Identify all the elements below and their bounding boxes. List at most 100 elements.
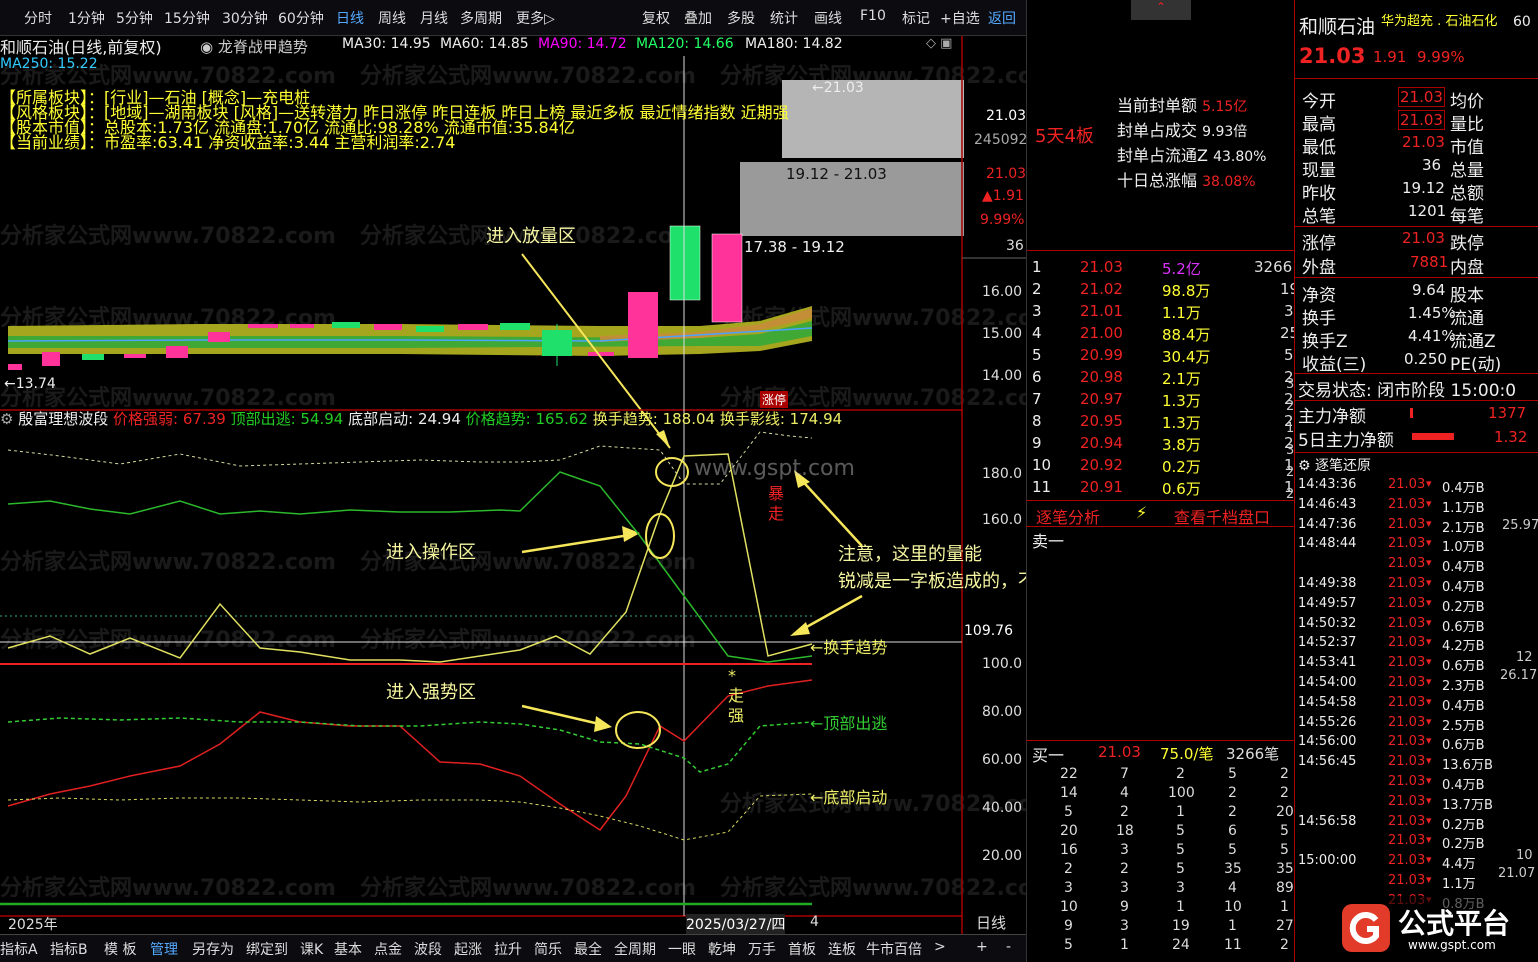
tick-price: 21.03	[1388, 655, 1426, 671]
period-multi[interactable]: 多周期	[460, 8, 502, 28]
tab-zuiquan[interactable]: 最全	[574, 939, 602, 959]
queue-cell: 1	[1176, 899, 1185, 915]
period-more[interactable]: 更多▷	[516, 8, 555, 28]
queue-cell: 35	[1224, 861, 1242, 877]
queue-cell: 20	[1276, 804, 1294, 820]
period-monthly[interactable]: 月线	[420, 8, 448, 28]
tab-shouban[interactable]: 首板	[788, 939, 816, 959]
tab-basic[interactable]: 基本	[334, 939, 362, 959]
date-axis-year: 2025年	[8, 917, 58, 933]
tick-price: 21.03	[1388, 576, 1426, 591]
zoom-out-button[interactable]: -	[1006, 939, 1011, 955]
ma120-label: MA120: 14.66	[636, 36, 734, 52]
chart-window-controls[interactable]: ◇ ▣	[926, 36, 952, 51]
stock-title: 和顺石油(日线,前复权)	[0, 38, 162, 57]
zoom-in-button[interactable]: +	[976, 939, 988, 955]
tab-boduan[interactable]: 波段	[414, 939, 442, 959]
tool-huaxian[interactable]: 画线	[814, 8, 842, 28]
ma60-label: MA60: 14.85	[440, 36, 529, 52]
tab-bind-to[interactable]: 绑定到	[246, 939, 288, 959]
tab-template[interactable]: 模 板	[104, 939, 136, 959]
candle	[669, 225, 701, 301]
tick-restore-header[interactable]: ⚙ 逐笔还原	[1298, 455, 1371, 475]
queue-cell: 2	[1228, 804, 1237, 820]
collapse-button[interactable]: ⌃	[1131, 0, 1191, 20]
tool-biaoji[interactable]: 标记	[902, 8, 930, 28]
left-edge-numbers: 321322	[1286, 377, 1295, 502]
tab-niushi[interactable]: 牛市百倍	[866, 939, 922, 959]
tab-quanzhouqi[interactable]: 全周期	[614, 939, 656, 959]
bottom-tab-bar: 指标A 指标B 模 板 管理 另存为 绑定到 课K 基本 点金 波段 起涨 拉升…	[0, 934, 1026, 962]
tab-lasheng[interactable]: 拉升	[494, 939, 522, 959]
tab-save-as[interactable]: 另存为	[192, 939, 234, 959]
gear-icon[interactable]: ⚙	[0, 410, 13, 428]
tab-qizhang[interactable]: 起涨	[454, 939, 482, 959]
tick-arrow-icon: ▾	[1426, 496, 1432, 510]
tick-arrow-icon: ▾	[1426, 873, 1432, 886]
tab-yiyan[interactable]: 一眼	[668, 939, 696, 959]
tool-back[interactable]: 返回	[988, 8, 1016, 28]
main-net-bar	[1410, 408, 1413, 418]
tick-row: 14:54:00 21.03 ▾ 2.3万B	[1294, 674, 1530, 694]
tick-row: 14:43:36 21.03 ▾ 0.4万B	[1294, 476, 1530, 496]
tick-analysis-button[interactable]: 逐笔分析	[1036, 504, 1100, 528]
candle	[500, 323, 530, 330]
line-price-trend	[7, 471, 813, 663]
quote-row: 外盘 7881 内盘	[1302, 253, 1484, 278]
tab-manage[interactable]: 管理	[150, 939, 178, 959]
tick-volume: 0.4万B	[1442, 698, 1485, 714]
tick-price: 21.03	[1388, 595, 1426, 611]
period-fenshi[interactable]: 分时	[24, 8, 52, 28]
tool-diejia[interactable]: 叠加	[684, 8, 712, 28]
tick-price: 21.03	[1388, 694, 1426, 710]
tool-f10[interactable]: F10	[860, 8, 886, 24]
kline-chart-area[interactable]: 分析家公式网www.70822.com 分析家公式网www.70822.com …	[0, 36, 1234, 938]
candle	[82, 354, 104, 360]
period-weekly[interactable]: 周线	[378, 8, 406, 28]
queue-cell: 10	[1224, 899, 1242, 915]
tool-tongji[interactable]: 统计	[770, 8, 798, 28]
indicator-selector[interactable]: ◉ 龙脊战甲趋势	[200, 36, 308, 57]
orderbook-row: 9 20.94 3.8万 2	[1032, 434, 1294, 454]
period-60min[interactable]: 60分钟	[278, 8, 324, 28]
tick-time: 14:47:36	[1298, 516, 1357, 532]
queue-cell: 5	[1280, 823, 1289, 839]
tick-arrow-icon: ▾	[1426, 556, 1432, 570]
tab-indicator-a[interactable]: 指标A	[0, 939, 38, 959]
tick-row: 21.03 ▾ 13.7万B	[1294, 793, 1530, 813]
tool-fuquan[interactable]: 复权	[642, 8, 670, 28]
queue-cell: 4	[1120, 785, 1129, 801]
period-daily[interactable]: 日线	[336, 8, 364, 28]
quote-row: 净资 9.64 股本	[1302, 281, 1484, 306]
tick-price: 21.03	[1388, 754, 1426, 770]
queue-cell: 5	[1280, 842, 1289, 858]
tab-jianle[interactable]: 简乐	[534, 939, 562, 959]
tool-duogu[interactable]: 多股	[727, 8, 755, 28]
queue-cell: 5	[1176, 861, 1185, 877]
info-label: 【当前业绩】：	[0, 133, 105, 152]
tick-price: 21.03	[1388, 734, 1426, 750]
tab-scroll-right[interactable]: >	[934, 939, 946, 955]
period-30min[interactable]: 30分钟	[222, 8, 268, 28]
tick-volume: 0.2万B	[1442, 837, 1485, 853]
buy-one-label: 买一	[1032, 746, 1065, 765]
orderbook-row: 5 20.99 30.4万 5	[1032, 346, 1294, 366]
queue-cell: 2	[1120, 804, 1129, 820]
buy-queue: 22 7 2 5 2 14 4 100 2 2 5 2 1 2 20 20 18 5 6 5 16 3 5 5 5 22…	[1032, 766, 1294, 956]
info-block: 【所属板块】：[行业]—石油 [概念]—充电桩 【风格板块】：[地域]—湖南板块…	[0, 90, 789, 152]
tool-zixuan[interactable]: +自选	[940, 8, 980, 28]
view-depth-button[interactable]: 查看千档盘口	[1174, 504, 1270, 528]
period-1min[interactable]: 1分钟	[68, 8, 105, 28]
tab-wanshou[interactable]: 万手	[748, 939, 776, 959]
tab-lianban[interactable]: 连板	[828, 939, 856, 959]
tab-qiankun[interactable]: 乾坤	[708, 939, 736, 959]
quote-row: 总笔 1201 每笔	[1302, 202, 1484, 227]
period-5min[interactable]: 5分钟	[116, 8, 153, 28]
stock-tags: 华为超充 . 石油石化	[1381, 14, 1498, 29]
tab-dianjin[interactable]: 点金	[374, 939, 402, 959]
tab-indicator-b[interactable]: 指标B	[50, 939, 88, 959]
tick-arrow-icon: ▾	[1426, 694, 1432, 708]
tab-course-k[interactable]: 课K	[300, 939, 323, 959]
period-15min[interactable]: 15分钟	[164, 8, 210, 28]
tick-volume: 2.3万B	[1442, 679, 1485, 694]
